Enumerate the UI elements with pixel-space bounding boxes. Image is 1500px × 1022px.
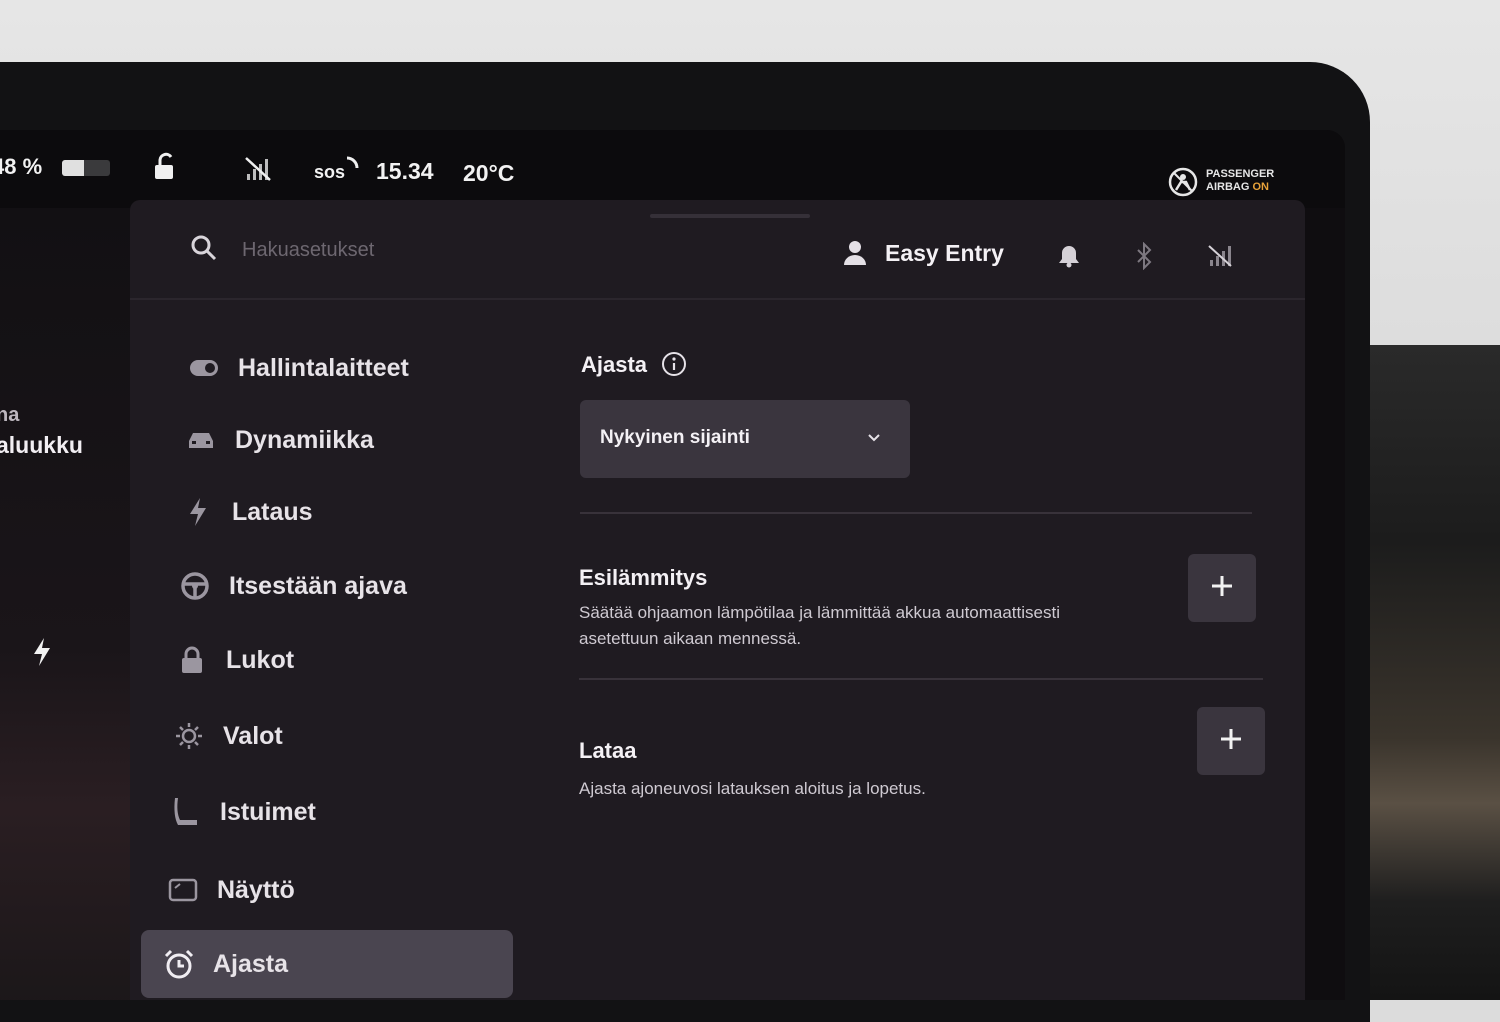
preheat-title: Esilämmitys [579, 565, 708, 590]
sidebar-item-label: Valot [223, 721, 283, 750]
charge-description: Ajasta ajoneuvosi latauksen aloitus ja l… [579, 779, 926, 798]
chevron-down-icon [866, 430, 882, 451]
preheat-description-1: Säätää ohjaamon lämpötilaa ja lämmittää … [579, 603, 1060, 622]
airbag-state: ON [1252, 181, 1269, 193]
airbag-icon [1167, 166, 1199, 203]
partial-label-top: na [0, 404, 20, 426]
sidebar-item-label: Dynamiikka [235, 425, 374, 454]
left-card: na aluukku [0, 208, 130, 1000]
sidebar-item-istuimet[interactable]: Istuimet [170, 782, 316, 842]
sidebar-item-label: Itsestään ajava [229, 571, 407, 600]
sidebar-item-itsestaan-ajava[interactable]: Itsestään ajava [179, 556, 407, 616]
toggle-icon [188, 352, 220, 384]
battery-percent: 48 % [0, 154, 43, 179]
search-icon[interactable] [190, 234, 218, 267]
charging-bolt-icon [30, 636, 54, 673]
dashboard-background [1370, 345, 1500, 1000]
temperature: 20°C [463, 160, 515, 186]
alarm-clock-icon [163, 948, 195, 980]
section-divider [580, 512, 1252, 514]
car-icon [185, 424, 217, 456]
battery-icon [62, 160, 110, 176]
schedule-title: Ajasta [581, 352, 648, 377]
plus-icon [1210, 574, 1234, 603]
charge-title: Lataa [579, 738, 637, 763]
clock: 15.34 [376, 158, 434, 184]
info-icon[interactable] [661, 351, 687, 382]
location-dropdown[interactable]: Nykyinen sijainti [580, 400, 910, 478]
sidebar-item-label: Lukot [226, 645, 295, 674]
airbag-label-1: PASSENGER [1206, 168, 1275, 180]
location-dropdown-value: Nykyinen sijainti [600, 427, 750, 448]
sidebar-item-hallintalaitteet[interactable]: Hallintalaitteet [188, 338, 409, 398]
sidebar-item-label: Istuimet [220, 797, 316, 826]
preheat-description-2: asetettuun aikaan mennessä. [579, 629, 802, 648]
search-input[interactable] [240, 234, 544, 266]
sidebar-item-label: Hallintalaitteet [238, 353, 409, 382]
partial-label-door[interactable]: aluukku [0, 432, 83, 459]
display-icon [167, 874, 199, 906]
sidebar-item-lataus[interactable]: Lataus [182, 482, 313, 542]
sidebar-item-valot[interactable]: Valot [173, 706, 283, 766]
sidebar-item-naytto[interactable]: Näyttö [167, 860, 295, 920]
section-divider [579, 678, 1263, 680]
add-preheat-button[interactable] [1188, 554, 1256, 622]
bluetooth-icon[interactable] [1134, 241, 1154, 275]
bolt-icon [182, 496, 214, 528]
add-charge-button[interactable] [1197, 707, 1265, 775]
sidebar-item-lukot[interactable]: Lukot [176, 630, 294, 690]
steering-wheel-icon [179, 570, 211, 602]
no-signal-icon [244, 156, 272, 187]
profile-name[interactable]: Easy Entry [885, 240, 1004, 267]
header-divider [130, 298, 1305, 300]
sos-phone-icon [344, 156, 360, 179]
plus-icon [1219, 727, 1243, 756]
sidebar-item-label: Lataus [232, 497, 313, 526]
unlock-icon[interactable] [150, 152, 180, 187]
sos-label: sos [314, 162, 346, 182]
sidebar-item-label: Näyttö [217, 875, 295, 904]
drag-handle[interactable] [650, 214, 810, 218]
no-signal-header-icon[interactable] [1207, 244, 1233, 273]
sun-icon [173, 720, 205, 752]
sidebar-item-dynamiikka[interactable]: Dynamiikka [185, 410, 374, 470]
seat-icon [170, 796, 202, 828]
lock-icon [176, 644, 208, 676]
settings-panel: input::placeholder{color:#6d6770;} Easy … [130, 200, 1305, 1000]
sidebar-item-ajasta[interactable]: Ajasta [141, 930, 513, 998]
bell-icon[interactable] [1058, 244, 1080, 273]
touchscreen: 48 % sos 15.34 20°C PASSENGER AIRBAG ON … [0, 130, 1345, 1000]
airbag-label-2: AIRBAG [1206, 181, 1250, 193]
airbag-status: PASSENGER AIRBAG ON [1206, 168, 1274, 194]
sidebar-item-label: Ajasta [213, 949, 289, 978]
status-bar: 48 % sos 15.34 20°C PASSENGER AIRBAG ON [0, 130, 1345, 208]
profile-icon[interactable] [843, 240, 867, 271]
